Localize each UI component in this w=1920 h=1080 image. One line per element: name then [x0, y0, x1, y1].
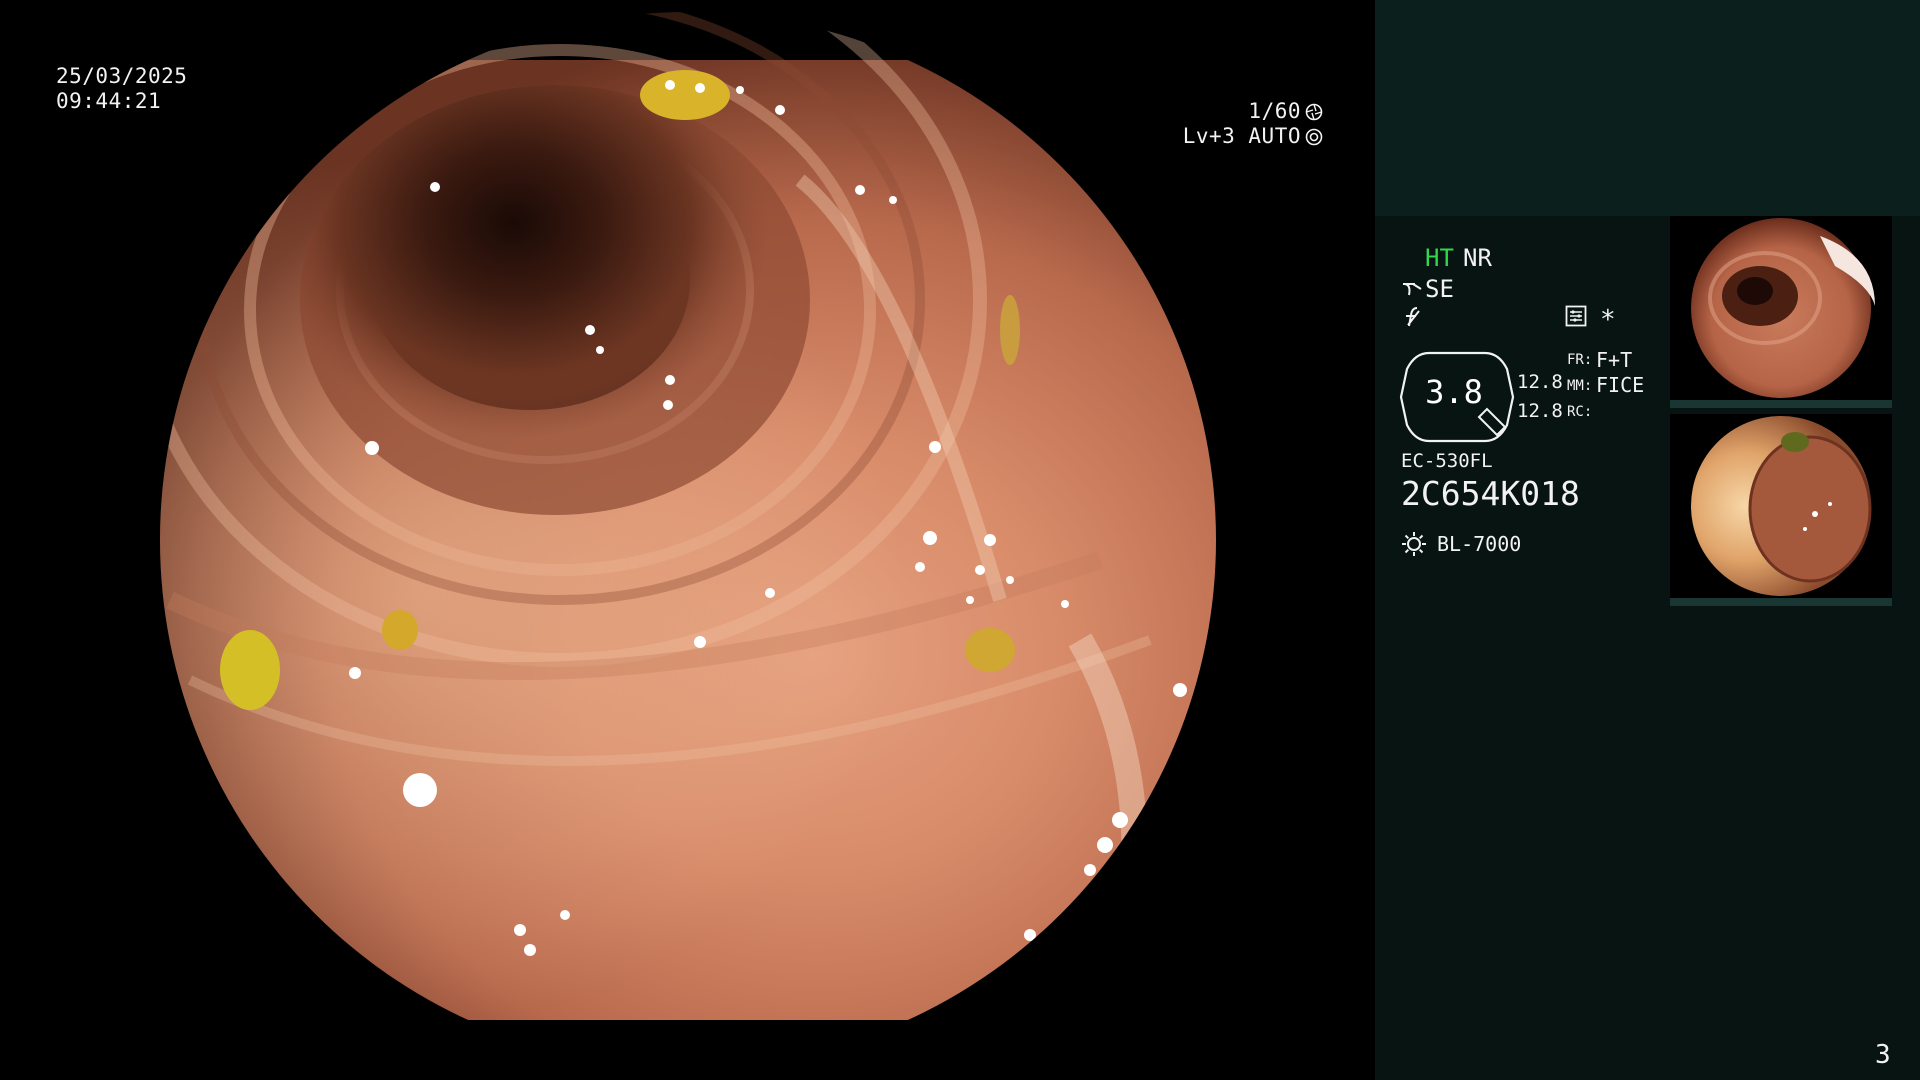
- info-side-panel: HT NR SE * 3.8 12.8 12.8 FR: F+T MM: FIC…: [1375, 0, 1920, 1080]
- fr-label: FR:: [1567, 352, 1593, 368]
- ht-indicator: HT: [1425, 244, 1454, 272]
- rc-label: RC:: [1567, 404, 1593, 420]
- brightness-level-text: Lv+3 AUTO: [1182, 124, 1301, 148]
- light-source-icon: [1402, 532, 1426, 556]
- scope-model: EC-530FL: [1401, 450, 1493, 472]
- date-time-readout: 25/03/2025 09:44:21: [56, 64, 187, 114]
- thumbnail-image-1: [1670, 216, 1892, 408]
- captured-thumbnail-2[interactable]: [1670, 414, 1892, 606]
- se-indicator: SE: [1425, 275, 1454, 303]
- asterisk-indicator: *: [1600, 305, 1616, 335]
- mm-value: FICE: [1596, 373, 1645, 397]
- scope-serial-number: 2C654K018: [1401, 474, 1580, 513]
- reading-value-1: 12.8: [1517, 371, 1563, 393]
- structure-enhancement-row: SE: [1401, 275, 1454, 303]
- time-text: 09:44:21: [56, 89, 162, 113]
- fr-value: F+T: [1596, 348, 1633, 372]
- iris-icon: [1305, 128, 1323, 145]
- exposure-readout: 1/60 Lv+3 AUTO: [1183, 99, 1323, 149]
- shutter-row: 1/60: [1183, 99, 1323, 124]
- colon-lumen-image: [0, 0, 1375, 1080]
- reading-value-2: 12.8: [1517, 400, 1563, 422]
- endoscope-live-view: 25/03/2025 09:44:21 1/60 Lv+3 AUTO: [0, 0, 1375, 1080]
- thumbnail-image-2: [1670, 414, 1892, 606]
- page-number: 3: [1875, 1040, 1891, 1070]
- enhancement-icon: [1403, 283, 1422, 296]
- settings-list-icon: [1565, 305, 1587, 327]
- level-row: Lv+3 AUTO: [1183, 124, 1323, 149]
- date-text: 25/03/2025: [56, 64, 188, 88]
- aperture-icon: [1305, 103, 1323, 120]
- color-tone-icon: [1406, 307, 1420, 327]
- zoom-value: 3.8: [1425, 373, 1483, 411]
- shutter-speed-text: 1/60: [1248, 99, 1301, 123]
- light-source-row: BL-7000: [1401, 531, 1521, 557]
- light-source-model: BL-7000: [1437, 532, 1522, 556]
- mm-label: MM:: [1567, 378, 1593, 394]
- nr-indicator: NR: [1463, 244, 1492, 272]
- endoscopy-monitor-screen: 25/03/2025 09:44:21 1/60 Lv+3 AUTO HT NR…: [0, 0, 1920, 1080]
- captured-thumbnail-1[interactable]: [1670, 216, 1892, 408]
- panel-header-area: [1375, 0, 1920, 216]
